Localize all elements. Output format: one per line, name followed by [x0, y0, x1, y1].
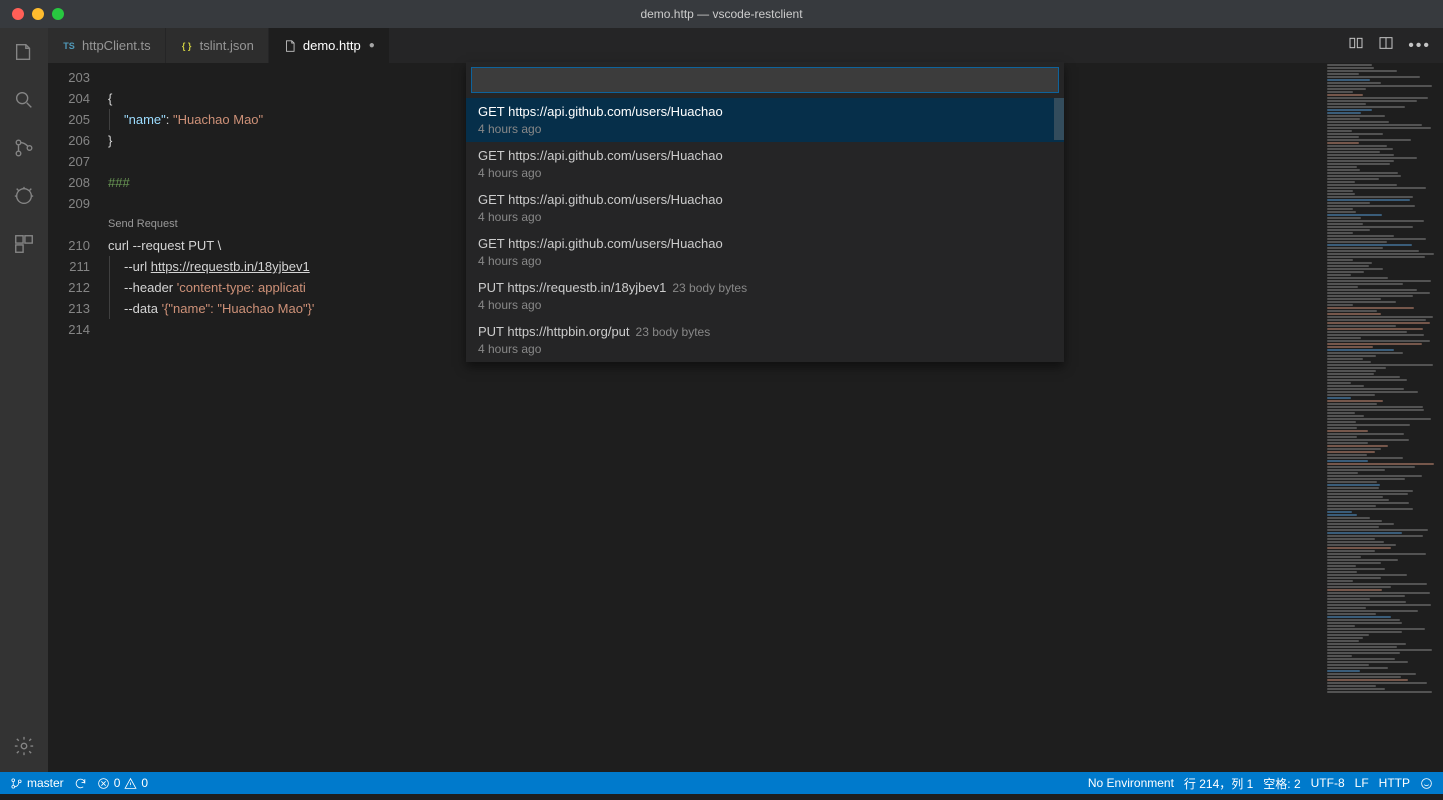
maximize-window-button[interactable]: [52, 8, 64, 20]
git-branch-status[interactable]: master: [10, 776, 64, 790]
encoding-status[interactable]: UTF-8: [1311, 776, 1345, 790]
tab-label: demo.http: [303, 38, 361, 53]
window-title: demo.http — vscode-restclient: [0, 7, 1443, 21]
dirty-indicator-icon: ●: [369, 40, 375, 51]
git-branch-name: master: [27, 776, 64, 790]
environment-status[interactable]: No Environment: [1088, 776, 1174, 790]
explorer-icon[interactable]: [12, 40, 36, 64]
editor-tab[interactable]: TS httpClient.ts: [48, 28, 166, 63]
tab-label: tslint.json: [200, 38, 254, 53]
minimize-window-button[interactable]: [32, 8, 44, 20]
debug-icon[interactable]: [12, 184, 36, 208]
tab-label: httpClient.ts: [82, 38, 151, 53]
indentation-status[interactable]: 空格: 2: [1263, 775, 1300, 792]
status-bar: master 0 0 No Environment 行 214，列 1 空格: …: [0, 772, 1443, 794]
quick-pick-item-label: GET https://api.github.com/users/Huachao: [478, 192, 723, 207]
line-gutter: 203204205206207208209210211212213214: [48, 63, 108, 772]
problems-status[interactable]: 0 0: [97, 776, 148, 790]
search-icon[interactable]: [12, 88, 36, 112]
quick-pick-scrollbar[interactable]: [1054, 98, 1064, 140]
editor-tabs: TShttpClient.ts{ }tslint.jsondemo.http● …: [48, 28, 1443, 63]
warning-count: 0: [141, 776, 148, 790]
eol-status[interactable]: LF: [1355, 776, 1369, 790]
editor-tab[interactable]: demo.http ●: [269, 28, 390, 63]
error-icon: [97, 777, 110, 790]
more-actions-icon[interactable]: •••: [1408, 37, 1431, 55]
minimap[interactable]: [1323, 63, 1443, 772]
editor-area: TShttpClient.ts{ }tslint.jsondemo.http● …: [48, 28, 1443, 772]
quick-pick-input[interactable]: [471, 67, 1059, 93]
sync-icon: [74, 777, 87, 790]
typescript-file-icon: TS: [62, 39, 76, 53]
quick-pick-item-detail: 4 hours ago: [478, 342, 1052, 356]
quick-pick-item-detail: 4 hours ago: [478, 122, 1052, 136]
cursor-position-status[interactable]: 行 214，列 1: [1184, 775, 1253, 792]
extensions-icon[interactable]: [12, 232, 36, 256]
git-branch-icon: [10, 777, 23, 790]
activity-bar: [0, 28, 48, 772]
quick-pick-item-detail: 4 hours ago: [478, 298, 1052, 312]
quick-pick: GET https://api.github.com/users/Huachao…: [466, 62, 1064, 362]
split-editor-icon[interactable]: [1378, 35, 1394, 56]
close-window-button[interactable]: [12, 8, 24, 20]
quick-pick-item[interactable]: PUT https://httpbin.org/put 23 body bytes…: [466, 318, 1064, 362]
window-controls: [0, 8, 64, 20]
json-file-icon: { }: [180, 39, 194, 53]
language-mode-status[interactable]: HTTP: [1379, 776, 1410, 790]
quick-pick-item-label: GET https://api.github.com/users/Huachao: [478, 148, 723, 163]
compare-icon[interactable]: [1348, 35, 1364, 56]
quick-pick-item-label: PUT https://httpbin.org/put: [478, 324, 630, 339]
warning-icon: [124, 777, 137, 790]
quick-pick-item-label: GET https://api.github.com/users/Huachao: [478, 104, 723, 119]
titlebar: demo.http — vscode-restclient: [0, 0, 1443, 28]
quick-pick-list: GET https://api.github.com/users/Huachao…: [466, 98, 1064, 362]
quick-pick-item[interactable]: PUT https://requestb.in/18yjbev1 23 body …: [466, 274, 1064, 318]
quick-pick-item-description: 23 body bytes: [672, 281, 747, 295]
error-count: 0: [114, 776, 121, 790]
editor-tab[interactable]: { } tslint.json: [166, 28, 269, 63]
quick-pick-item[interactable]: GET https://api.github.com/users/Huachao…: [466, 142, 1064, 186]
feedback-icon[interactable]: [1420, 777, 1433, 790]
quick-pick-item[interactable]: GET https://api.github.com/users/Huachao…: [466, 230, 1064, 274]
source-control-icon[interactable]: [12, 136, 36, 160]
sync-status[interactable]: [74, 777, 87, 790]
quick-pick-item[interactable]: GET https://api.github.com/users/Huachao…: [466, 98, 1064, 142]
quick-pick-item-detail: 4 hours ago: [478, 254, 1052, 268]
settings-gear-icon[interactable]: [12, 734, 36, 758]
quick-pick-item-label: PUT https://requestb.in/18yjbev1: [478, 280, 666, 295]
quick-pick-item[interactable]: GET https://api.github.com/users/Huachao…: [466, 186, 1064, 230]
file-icon: [283, 39, 297, 53]
quick-pick-item-detail: 4 hours ago: [478, 210, 1052, 224]
quick-pick-item-description: 23 body bytes: [636, 325, 711, 339]
quick-pick-item-detail: 4 hours ago: [478, 166, 1052, 180]
quick-pick-item-label: GET https://api.github.com/users/Huachao: [478, 236, 723, 251]
